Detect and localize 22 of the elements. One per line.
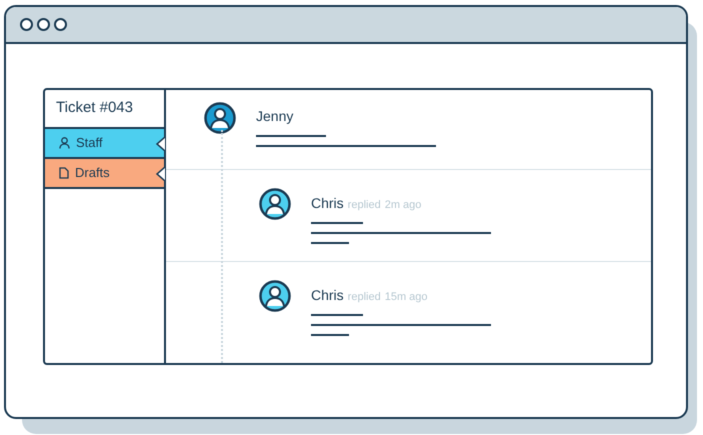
reply-action: replied — [348, 290, 381, 305]
avatar-icon — [259, 188, 291, 220]
sidebar-item[interactable]: Drafts — [45, 159, 164, 189]
reply-action: replied — [348, 198, 381, 213]
window-button[interactable] — [54, 18, 67, 31]
person-icon — [59, 137, 70, 149]
author-name: Chris — [311, 194, 344, 213]
avatar-icon — [204, 102, 236, 134]
window-button[interactable] — [20, 18, 33, 31]
text-placeholder-line — [311, 334, 349, 336]
sidebar-item[interactable]: Staff — [45, 129, 164, 159]
text-placeholder-line — [311, 242, 349, 244]
text-placeholder-line — [311, 222, 363, 224]
avatar-icon — [259, 280, 291, 312]
reply-time: 2m ago — [384, 198, 422, 213]
window-button[interactable] — [37, 18, 50, 31]
author-name: Jenny — [256, 107, 294, 126]
text-placeholder-line — [311, 314, 363, 316]
author-name: Chris — [311, 286, 344, 305]
text-placeholder-line — [256, 135, 326, 137]
reply-time: 15m ago — [384, 290, 428, 305]
document-icon — [59, 167, 69, 179]
